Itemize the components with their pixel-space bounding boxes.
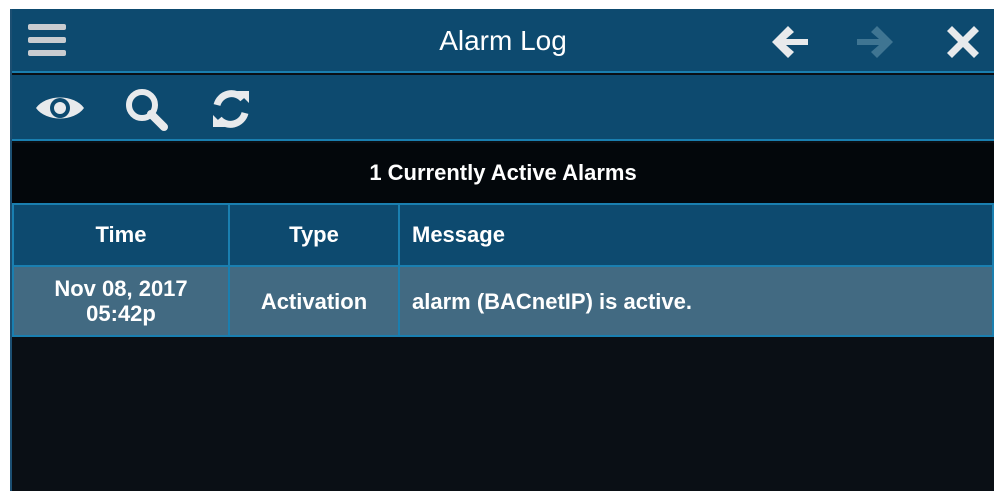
column-header-message[interactable]: Message (398, 203, 994, 267)
table-row[interactable]: Nov 08, 2017 05:42p Activation alarm (BA… (12, 265, 994, 337)
arrow-left-icon[interactable] (770, 24, 810, 60)
active-alarms-summary: 1 Currently Active Alarms (12, 143, 994, 203)
column-header-type[interactable]: Type (228, 203, 400, 267)
alarm-log-window: Alarm Log 1 Currently Active Alarms Time… (10, 9, 994, 491)
hamburger-menu-icon[interactable] (28, 23, 66, 57)
arrow-right-icon[interactable] (855, 24, 895, 60)
close-icon[interactable] (947, 26, 979, 58)
toolbar (12, 75, 994, 141)
title-bar: Alarm Log (12, 9, 994, 73)
table-header-row: Time Type Message (12, 203, 994, 267)
eye-icon[interactable] (34, 91, 86, 125)
alarm-table: Time Type Message Nov 08, 2017 05:42p Ac… (12, 203, 994, 337)
column-header-time[interactable]: Time (12, 203, 230, 267)
cell-type: Activation (228, 265, 400, 337)
cell-time-clock: 05:42p (86, 301, 156, 326)
cell-time-date: Nov 08, 2017 (54, 276, 188, 301)
refresh-icon[interactable] (209, 87, 253, 131)
search-icon[interactable] (124, 87, 168, 131)
window-title: Alarm Log (439, 25, 567, 56)
cell-message: alarm (BACnetIP) is active. (398, 265, 994, 337)
cell-time: Nov 08, 2017 05:42p (12, 265, 230, 337)
